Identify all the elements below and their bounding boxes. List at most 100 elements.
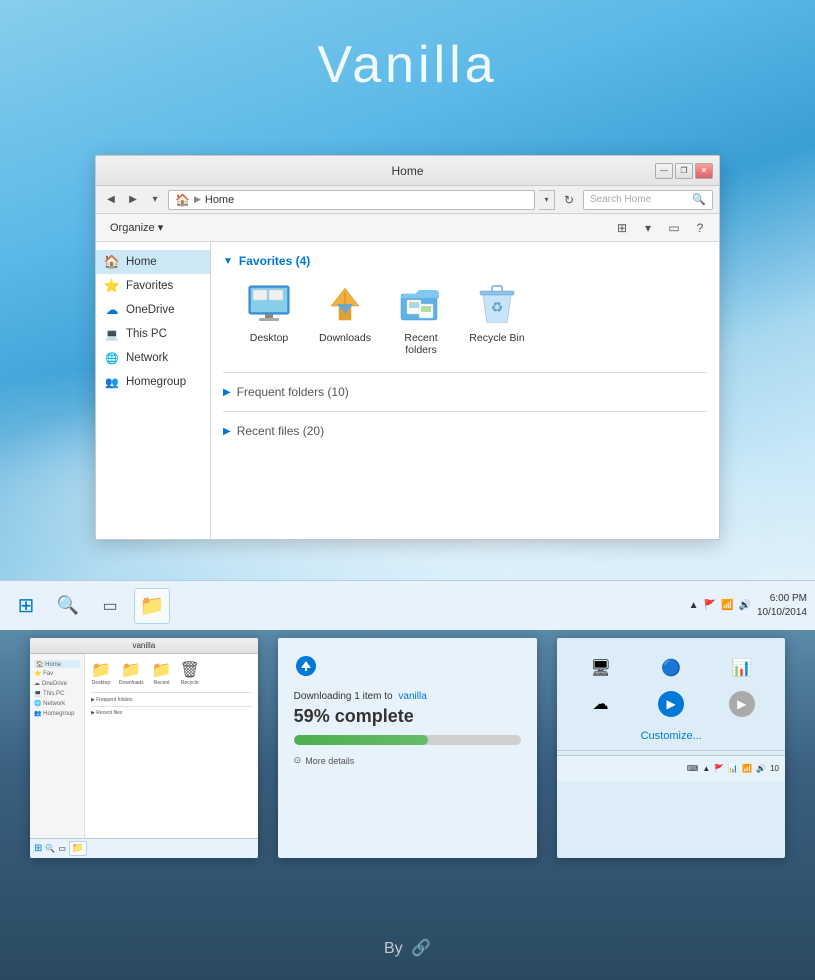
thispc-icon: 💻 — [104, 326, 120, 342]
search-placeholder: Search Home — [590, 194, 692, 205]
page-title: Vanilla — [0, 35, 815, 95]
recycle-bin-icon: ♻ — [473, 280, 521, 328]
forward-button[interactable]: ▶ — [124, 191, 142, 209]
t1-row5: 🌐 Network — [34, 700, 80, 708]
address-path[interactable]: 🏠 ▶ Home — [168, 190, 535, 210]
signature-link-icon: 🔗 — [411, 940, 431, 957]
system-tray: ▲ 🚩 📶 🔊 — [689, 600, 751, 611]
frequent-arrow: ▶ — [223, 387, 231, 398]
explorer-window: Home — ❐ ✕ ◀ ▶ ▾ 🏠 ▶ Home ▾ ↻ Search Hom… — [95, 155, 720, 540]
favorites-header[interactable]: ▼ Favorites (4) — [223, 254, 707, 268]
minimize-button[interactable]: — — [655, 163, 673, 179]
divider-1 — [223, 372, 707, 373]
t3-arrow-icon: ▲ — [702, 764, 710, 773]
recent-files-section[interactable]: ▶ Recent files (20) — [223, 420, 707, 442]
refresh-button[interactable]: ↻ — [559, 190, 579, 210]
organize-arrow: ▾ — [158, 222, 164, 234]
main-content: ▼ Favorites (4) — [211, 242, 719, 539]
divider-2 — [223, 411, 707, 412]
thumb3-icons: 🖥 🔵 📊 ☁ ▶ ▶ — [557, 638, 785, 726]
task-view-icon: ▭ — [102, 596, 117, 616]
tray-volume-icon[interactable]: 🔊 — [738, 600, 750, 611]
back-button[interactable]: ◀ — [102, 191, 120, 209]
search-icon: 🔍 — [57, 595, 79, 616]
toolbar-right: ⊞ ▾ ▭ ? — [611, 218, 711, 238]
close-button[interactable]: ✕ — [695, 163, 713, 179]
thumbnails-row: vanilla 🏠 Home ⭐ Fav ☁ OneDrive 💻 This P… — [30, 638, 785, 858]
thumb2-link: vanilla — [398, 691, 426, 702]
t3-vol-icon: 🔊 — [756, 764, 766, 773]
path-arrow: ▶ — [194, 194, 201, 205]
favorites-grid: Desktop Downloads — [223, 280, 707, 356]
recycle-bin-label: Recycle Bin — [469, 332, 524, 344]
downloads-item[interactable]: Downloads — [315, 280, 375, 356]
thumb2-download-icon — [294, 654, 522, 683]
address-dropdown[interactable]: ▾ — [539, 190, 555, 210]
recent-folders-item[interactable]: Recent folders — [391, 280, 451, 356]
t3-wifi-icon: 📶 — [742, 764, 752, 773]
tray-wifi-icon: 📶 — [721, 600, 733, 611]
organize-label: Organize — [110, 222, 155, 234]
sidebar-item-onedrive[interactable]: ☁ OneDrive — [96, 298, 210, 322]
file-explorer-icon: 📁 — [140, 593, 165, 618]
tray-popup-icon-4: ☁ — [587, 690, 615, 718]
thumb3-customize-link[interactable]: Customize... — [557, 726, 785, 746]
thumb1-titlebar: vanilla — [30, 638, 258, 654]
sidebar-item-home[interactable]: 🏠 Home — [96, 250, 210, 274]
more-details-label: More details — [305, 756, 354, 766]
thumb1-sidebar: 🏠 Home ⭐ Fav ☁ OneDrive 💻 This PC 🌐 Netw… — [30, 654, 85, 858]
clock-time: 6:00 PM — [757, 592, 807, 606]
thumb2-percent: 59% complete — [294, 706, 522, 727]
thumb2-more-details[interactable]: ⊙ More details — [294, 755, 522, 766]
help-button[interactable]: ? — [689, 218, 711, 238]
organize-button[interactable]: Organize ▾ — [104, 219, 169, 236]
sidebar-item-network[interactable]: 🌐 Network — [96, 346, 210, 370]
t1-row6: 👥 Homegroup — [34, 710, 80, 718]
desktop-icon — [245, 280, 293, 328]
home-icon: 🏠 — [104, 254, 120, 270]
t3-flag-icon: 🚩 — [714, 764, 724, 773]
thumb1-title: vanilla — [132, 641, 155, 650]
tray-popup-icon-3: 📊 — [728, 654, 756, 682]
window-controls: — ❐ ✕ — [655, 163, 713, 179]
search-box[interactable]: Search Home 🔍 — [583, 190, 713, 210]
file-explorer-button[interactable]: 📁 — [134, 588, 170, 624]
t1-row1: 🏠 Home — [34, 660, 80, 668]
explorer-body: 🏠 Home ⭐ Favorites ☁ OneDrive 💻 This PC … — [96, 242, 719, 539]
sidebar-item-homegroup[interactable]: 👥 Homegroup — [96, 370, 210, 394]
recent-folders-icon — [397, 280, 445, 328]
tray-popup-icon-5: ▶ — [658, 691, 684, 717]
more-details-icon: ⊙ — [294, 755, 302, 766]
thumb1-body: 🏠 Home ⭐ Fav ☁ OneDrive 💻 This PC 🌐 Netw… — [30, 654, 258, 858]
onedrive-icon: ☁ — [104, 302, 120, 318]
view-dropdown-button[interactable]: ▾ — [637, 218, 659, 238]
view-grid-button[interactable]: ⊞ — [611, 218, 633, 238]
details-pane-button[interactable]: ▭ — [663, 218, 685, 238]
system-clock[interactable]: 6:00 PM 10/10/2014 — [757, 592, 807, 620]
tray-flag-icon: 🚩 — [704, 600, 716, 611]
thumb2-line1: Downloading 1 item to vanilla — [294, 691, 522, 702]
up-button[interactable]: ▾ — [146, 191, 164, 209]
by-signature: By 🔗 — [0, 938, 815, 958]
tray-popup-icon-2: 🔵 — [657, 654, 685, 682]
sidebar-item-network-label: Network — [126, 352, 168, 364]
svg-text:♻: ♻ — [491, 299, 504, 315]
window-title: Home — [391, 164, 423, 178]
search-button[interactable]: 🔍 — [50, 588, 86, 624]
tray-popup-icon-1: 🖥 — [587, 654, 615, 682]
desktop-item[interactable]: Desktop — [239, 280, 299, 356]
network-icon: 🌐 — [104, 350, 120, 366]
sidebar-item-thispc[interactable]: 💻 This PC — [96, 322, 210, 346]
progress-fill — [294, 735, 428, 745]
tray-arrow-icon[interactable]: ▲ — [689, 600, 699, 611]
maximize-button[interactable]: ❐ — [675, 163, 693, 179]
t1-row3: ☁ OneDrive — [34, 680, 80, 688]
start-button[interactable]: ⊞ — [8, 588, 44, 624]
sidebar-item-favorites[interactable]: ⭐ Favorites — [96, 274, 210, 298]
thumb1-taskbar: ⊞ 🔍 ▭ 📁 — [30, 838, 258, 858]
frequent-folders-section[interactable]: ▶ Frequent folders (10) — [223, 381, 707, 403]
t3-num: 10 — [770, 764, 779, 773]
task-view-button[interactable]: ▭ — [92, 588, 128, 624]
taskbar-right: ▲ 🚩 📶 🔊 6:00 PM 10/10/2014 — [689, 592, 807, 620]
recycle-bin-item[interactable]: ♻ Recycle Bin — [467, 280, 527, 356]
